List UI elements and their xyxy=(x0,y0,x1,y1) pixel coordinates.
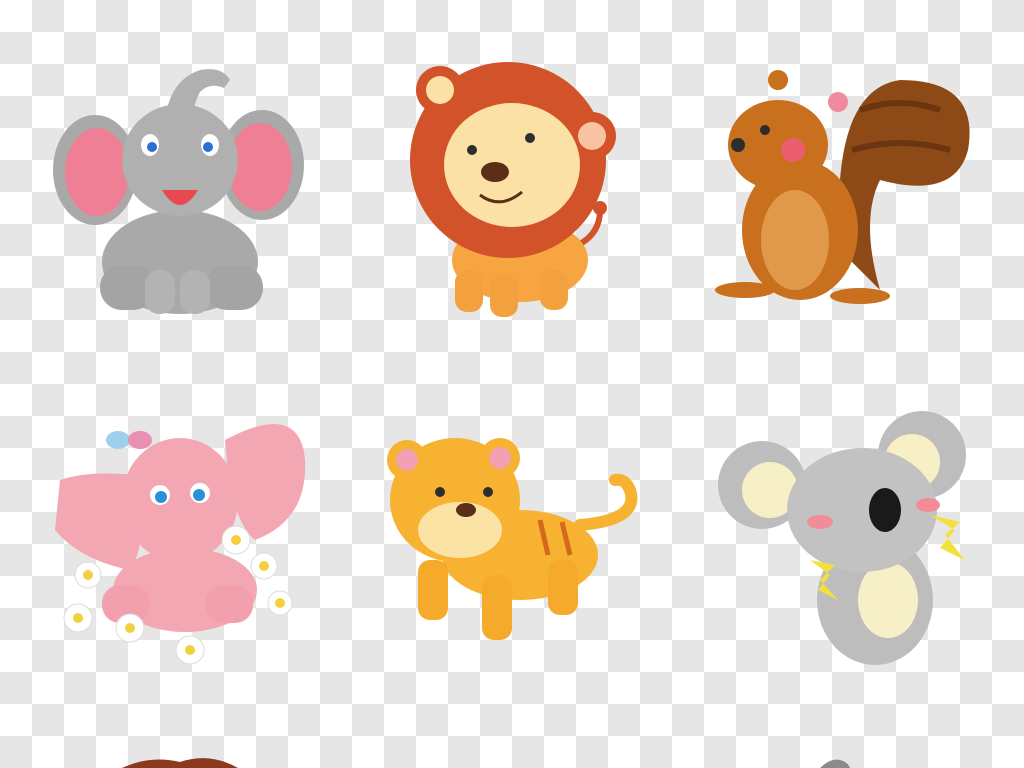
lion xyxy=(410,62,616,317)
squirrel xyxy=(715,70,970,304)
animal-illustration-canvas xyxy=(53,62,970,768)
cropped-animal-bottom-right xyxy=(820,759,850,768)
pink-elephant xyxy=(55,424,306,665)
koala xyxy=(718,411,966,665)
cropped-animal-bottom-left xyxy=(122,758,238,768)
gray-elephant xyxy=(53,69,304,314)
tiger xyxy=(387,438,638,640)
